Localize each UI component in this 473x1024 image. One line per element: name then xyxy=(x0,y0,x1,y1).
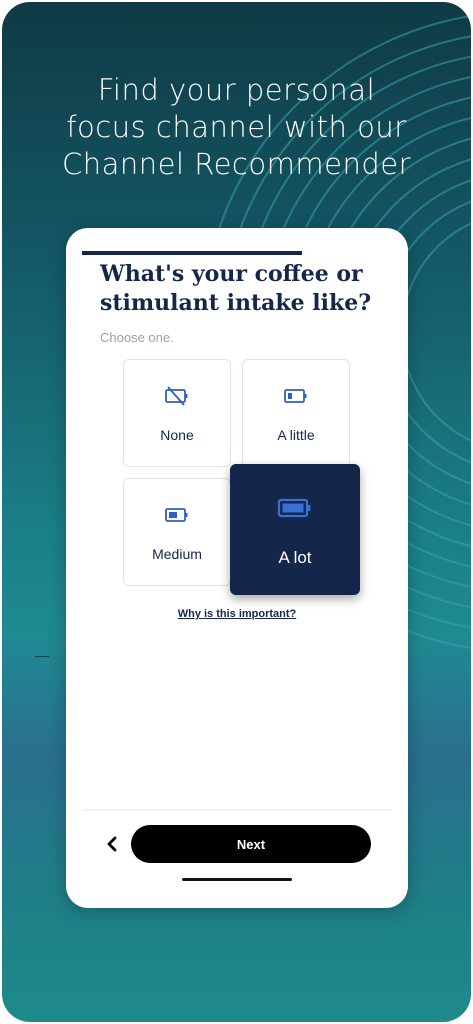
progress-bar xyxy=(82,251,392,255)
battery-empty-slashed-icon xyxy=(124,386,230,406)
helper-text: Choose one. xyxy=(100,330,174,345)
hero-headline-line-1: Find your personal xyxy=(97,73,376,107)
hero-headline: Find your personal focus channel with ou… xyxy=(2,72,471,183)
phone-screen-card: What's your coffee or stimulant intake l… xyxy=(66,228,408,908)
home-indicator xyxy=(182,878,292,881)
question-title: What's your coffee or stimulant intake l… xyxy=(100,260,390,318)
back-button[interactable] xyxy=(102,833,122,855)
app-store-frame: Find your personal focus channel with ou… xyxy=(2,2,471,1022)
option-none-label: None xyxy=(160,427,194,443)
next-button[interactable]: Next xyxy=(131,825,371,863)
bottom-divider xyxy=(82,809,392,811)
option-a-little[interactable]: A little xyxy=(242,359,350,467)
chevron-left-icon xyxy=(107,836,117,852)
option-none[interactable]: None xyxy=(123,359,231,467)
battery-medium-icon xyxy=(124,505,230,525)
edge-mark xyxy=(35,656,49,657)
why-important-link[interactable]: Why is this important? xyxy=(66,608,408,620)
option-a-lot[interactable]: A lot xyxy=(230,464,360,595)
question-line-2: stimulant intake like? xyxy=(100,290,372,316)
battery-low-icon xyxy=(243,386,349,406)
progress-bar-fill xyxy=(82,251,303,255)
battery-full-icon xyxy=(230,497,360,518)
question-line-1: What's your coffee or xyxy=(100,261,363,287)
option-a-lot-label: A lot xyxy=(278,548,312,567)
option-medium[interactable]: Medium xyxy=(123,478,231,586)
hero-headline-line-2: focus channel with our xyxy=(66,110,407,144)
option-medium-label: Medium xyxy=(152,546,202,562)
option-a-little-label: A little xyxy=(277,427,315,443)
hero-headline-line-3: Channel Recommender xyxy=(61,147,412,181)
